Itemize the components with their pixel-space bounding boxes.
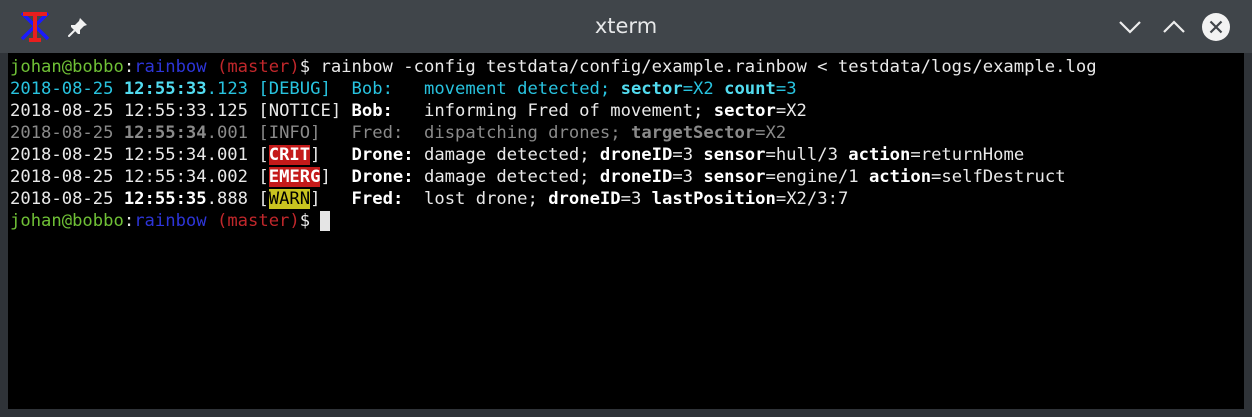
- log-time-ms: .123: [206, 79, 249, 99]
- log-level: INFO: [268, 123, 311, 143]
- log-value: =3: [672, 167, 704, 187]
- log-line: 2018-08-25 12:55:33.123 [DEBUG] Bob: mov…: [10, 79, 797, 99]
- log-time: 12:55:34.002: [123, 167, 249, 187]
- prompt-branch: (master): [206, 57, 300, 77]
- log-source: Bob:: [351, 79, 393, 99]
- prompt-sep: :: [123, 57, 135, 77]
- log-message: damage detected;: [423, 145, 600, 165]
- log-line: 2018-08-25 12:55:34.002 [EMERG] Drone: d…: [10, 167, 1066, 187]
- prompt-dir: rainbow: [134, 57, 207, 77]
- log-key: sensor: [703, 145, 766, 165]
- log-key: sector: [620, 79, 683, 99]
- log-value: =X2: [775, 101, 807, 121]
- log-value: =X2: [755, 123, 787, 143]
- prompt-branch: (master): [206, 211, 300, 231]
- log-key: targetSector: [630, 123, 756, 143]
- log-value: =X2: [682, 79, 725, 99]
- log-date: 2018-08-25: [10, 101, 124, 121]
- log-source: Drone:: [351, 145, 414, 165]
- log-value: =engine/1: [765, 167, 869, 187]
- prompt-symbol: $: [299, 211, 321, 231]
- log-time: 12:55:33: [123, 79, 207, 99]
- log-message: dispatching drones;: [424, 123, 631, 143]
- prompt-line: johan@bobbo:rainbow (master)$: [10, 210, 331, 232]
- prompt-dir: rainbow: [134, 211, 207, 231]
- pin-icon[interactable]: [66, 15, 90, 39]
- log-key: count: [724, 79, 776, 99]
- chevron-up-icon[interactable]: [1158, 11, 1190, 43]
- log-key: droneID: [599, 167, 673, 187]
- log-key: action: [868, 167, 932, 187]
- log-level-badge: EMERG: [268, 167, 321, 187]
- title-bar[interactable]: xterm: [0, 0, 1252, 53]
- close-icon[interactable]: [1200, 11, 1232, 43]
- log-source: Drone:: [351, 167, 414, 187]
- prompt-sep: :: [123, 211, 135, 231]
- log-time: 12:55:33.125: [123, 101, 249, 121]
- chevron-down-icon[interactable]: [1114, 11, 1146, 43]
- log-time-ms: .001: [206, 123, 249, 143]
- terminal-cursor[interactable]: [320, 211, 331, 231]
- log-line: 2018-08-25 12:55:33.125 [NOTICE] Bob: in…: [10, 101, 807, 121]
- log-value: =hull/3: [765, 145, 849, 165]
- prompt-user: johan@bobbo: [10, 57, 124, 77]
- log-level: NOTICE: [268, 101, 331, 121]
- xterm-icon[interactable]: [18, 9, 52, 43]
- prompt-symbol: $: [299, 57, 321, 77]
- log-source: Fred:: [351, 189, 404, 209]
- prompt-user: johan@bobbo: [10, 211, 124, 231]
- xterm-window: xterm johan@bobbo:rainbow (master)$ rain…: [0, 0, 1252, 417]
- log-level-badge: CRIT: [268, 145, 311, 165]
- command-line: johan@bobbo:rainbow (master)$ rainbow -c…: [10, 56, 1097, 78]
- log-date: 2018-08-25: [10, 79, 124, 99]
- log-line: 2018-08-25 12:55:34.001 [INFO] Fred: dis…: [10, 123, 787, 143]
- log-time: 12:55:35: [123, 189, 207, 209]
- log-key: sector: [713, 101, 776, 121]
- log-line: 2018-08-25 12:55:34.001 [CRIT] Drone: da…: [10, 145, 1025, 165]
- log-message: damage detected;: [423, 167, 600, 187]
- log-message: lost drone;: [424, 189, 549, 209]
- log-date: 2018-08-25: [10, 145, 124, 165]
- terminal-area[interactable]: johan@bobbo:rainbow (master)$ rainbow -c…: [8, 53, 1244, 409]
- log-message: informing Fred of movement;: [423, 101, 714, 121]
- window-title: xterm: [594, 14, 658, 38]
- log-level: DEBUG: [268, 79, 321, 99]
- log-value: =returnHome: [910, 145, 1025, 165]
- log-key: action: [848, 145, 911, 165]
- log-key: droneID: [599, 145, 673, 165]
- log-level-badge: WARN: [268, 189, 311, 209]
- log-source: Fred:: [351, 123, 404, 143]
- log-date: 2018-08-25: [10, 167, 124, 187]
- log-value: =X2/3:7: [775, 189, 849, 209]
- log-key: lastPosition: [651, 189, 776, 209]
- log-value: =3: [775, 79, 797, 99]
- log-line: 2018-08-25 12:55:35.888 [WARN] Fred: los…: [10, 189, 849, 209]
- log-value: =3: [672, 145, 704, 165]
- log-time: 12:55:34: [123, 123, 207, 143]
- log-value: =selfDestruct: [931, 167, 1066, 187]
- log-message: movement detected;: [423, 79, 621, 99]
- log-value: =3: [620, 189, 652, 209]
- log-key: droneID: [548, 189, 621, 209]
- command-text: rainbow -config testdata/config/example.…: [320, 57, 1097, 77]
- log-time: 12:55:34.001: [123, 145, 249, 165]
- log-source: Bob:: [351, 101, 393, 121]
- log-time-ms: .888: [206, 189, 249, 209]
- log-key: sensor: [703, 167, 766, 187]
- log-date: 2018-08-25: [10, 189, 124, 209]
- log-date: 2018-08-25: [10, 123, 124, 143]
